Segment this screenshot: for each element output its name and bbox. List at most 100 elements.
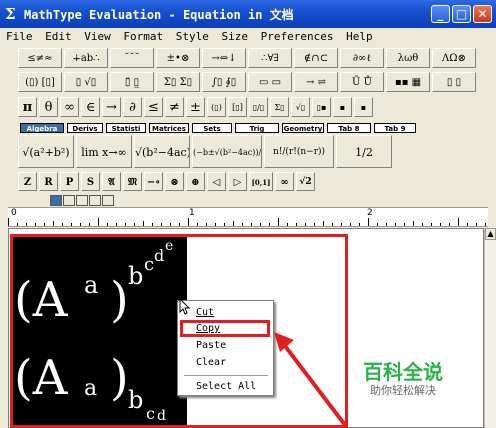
greek-upper-palette[interactable]: ΛΩ⊗ xyxy=(432,48,476,68)
vertical-scrollbar[interactable]: ▲ xyxy=(484,228,496,428)
menu-size[interactable]: Size xyxy=(222,28,249,43)
menu-item-clear[interactable]: Clear xyxy=(196,357,226,368)
infinity-button[interactable]: ∞ xyxy=(60,97,79,117)
tab-sets[interactable]: Sets xyxy=(192,123,232,133)
tab-trig[interactable]: Trig xyxy=(235,123,279,133)
close-button[interactable]: ✕ xyxy=(473,5,492,23)
left-triangle-button[interactable]: ◁ xyxy=(207,172,226,191)
misc-palette[interactable]: ∂∞ℓ xyxy=(340,48,384,68)
products-palette[interactable]: Ũ Ů xyxy=(340,72,384,92)
tab-statistics[interactable]: Statisti xyxy=(106,123,146,133)
reals-button[interactable]: R xyxy=(39,172,58,191)
tab-geometry[interactable]: Geometry xyxy=(282,123,324,133)
menu-item-paste[interactable]: Paste xyxy=(196,340,226,351)
logic-palette[interactable]: ∴∀∃ xyxy=(248,48,292,68)
relations-palette[interactable]: ≤≠≈ xyxy=(18,48,62,68)
scroll-up-icon[interactable]: ▲ xyxy=(485,228,496,240)
less-equal-button[interactable]: ≤ xyxy=(144,97,163,117)
minimize-button[interactable]: _ xyxy=(431,5,450,23)
plus-minus-button[interactable]: ± xyxy=(186,97,205,117)
menu-style[interactable]: Style xyxy=(176,28,209,43)
ruler-tick xyxy=(260,223,261,226)
ruler-tick xyxy=(125,223,126,226)
composition-button[interactable]: −∘ xyxy=(144,172,163,191)
integrals-palette[interactable]: ∫▯ ∮▯ xyxy=(202,72,246,92)
sub-sup-button[interactable]: ▪ xyxy=(354,97,373,117)
not-equal-button[interactable]: ≠ xyxy=(165,97,184,117)
menu-item-select-all[interactable]: Select All xyxy=(196,381,256,392)
template-quadratic-formula[interactable]: (−b±√(b²−4ac))/2a xyxy=(192,135,262,168)
tab-bar: Algebra Derivs Statisti Matrices Sets Tr… xyxy=(20,123,419,134)
menu-edit[interactable]: Edit xyxy=(45,28,72,43)
oplus-button[interactable]: ⊕ xyxy=(186,172,205,191)
set-s-button[interactable]: S xyxy=(81,172,100,191)
sets-palette[interactable]: ∉∩⊂ xyxy=(294,48,338,68)
maximize-button[interactable]: □ xyxy=(452,5,471,23)
superscript-button[interactable]: ▯▪ xyxy=(312,97,331,117)
sqrt-button[interactable]: √▯ xyxy=(291,97,310,117)
menu-separator xyxy=(184,375,268,376)
theta-button[interactable]: θ xyxy=(39,97,58,117)
subscript-button[interactable]: ▪ xyxy=(333,97,352,117)
menu-view[interactable]: View xyxy=(84,28,111,43)
greek-lower-palette[interactable]: λωθ xyxy=(386,48,430,68)
pi-button[interactable]: π xyxy=(18,97,37,117)
fraktur-a-button[interactable]: 𝔄 xyxy=(102,172,121,191)
sqrt2-button[interactable]: √2 xyxy=(296,172,315,191)
ruler-tick xyxy=(44,223,45,226)
ruler-tick xyxy=(395,223,396,226)
menu-file[interactable]: File xyxy=(6,28,33,43)
alignment-buttons xyxy=(50,195,115,206)
template-one-half[interactable]: 1/2 xyxy=(336,135,392,168)
ruler[interactable]: 0 1 2 xyxy=(8,207,488,227)
partial-button[interactable]: ∂ xyxy=(123,97,142,117)
bars-palette[interactable]: ▭ ▭ xyxy=(248,72,292,92)
align-center-icon[interactable] xyxy=(63,195,75,206)
embellishments-palette[interactable]: ˘˘˘ xyxy=(110,48,154,68)
align-left-icon[interactable] xyxy=(50,195,62,206)
template-limit[interactable]: lim x→∞ xyxy=(76,135,132,168)
sum-button[interactable]: Σ▯ xyxy=(270,97,289,117)
tab-8[interactable]: Tab 8 xyxy=(327,123,371,133)
fraction-button[interactable]: ▯/▯ xyxy=(249,97,268,117)
arrows-palette[interactable]: →⇔↓ xyxy=(202,48,246,68)
tab-matrices[interactable]: Matrices xyxy=(149,123,189,133)
spaces-palette[interactable]: ∔ab∴ xyxy=(64,48,108,68)
template-combination[interactable]: n!/(r!(n−r)) xyxy=(264,135,334,168)
right-triangle-button[interactable]: ▷ xyxy=(228,172,247,191)
fences-palette[interactable]: (▯) [▯] xyxy=(18,72,62,92)
ruler-tick xyxy=(170,223,171,226)
matrices-palette[interactable]: ▪▪ ▦ xyxy=(386,72,430,92)
tab-algebra[interactable]: Algebra xyxy=(20,123,64,133)
copy-highlight-box xyxy=(180,320,270,337)
infinity-small-button[interactable]: ∞ xyxy=(275,172,294,191)
menu-format[interactable]: Format xyxy=(123,28,163,43)
menu-item-cut[interactable]: Cut xyxy=(196,307,214,318)
integers-button[interactable]: Z xyxy=(18,172,37,191)
labeled-arrows-palette[interactable]: → ⇌ xyxy=(294,72,338,92)
operators-palette[interactable]: ±•⊗ xyxy=(156,48,200,68)
align-right-icon[interactable] xyxy=(76,195,88,206)
template-pythagorean[interactable]: √(a²+b²) xyxy=(18,135,74,168)
tab-9[interactable]: Tab 9 xyxy=(374,123,416,133)
tab-derivs[interactable]: Derivs xyxy=(67,123,103,133)
align-equals-icon[interactable] xyxy=(89,195,101,206)
otimes-button[interactable]: ⊗ xyxy=(165,172,184,191)
summations-palette[interactable]: Σ▯ Σ▯ xyxy=(156,72,200,92)
align-decimal-icon[interactable] xyxy=(102,195,114,206)
primes-button[interactable]: P xyxy=(60,172,79,191)
brackets-button[interactable]: [▯] xyxy=(228,97,247,117)
template-discriminant[interactable]: √(b²−4ac) xyxy=(134,135,190,168)
parens-button[interactable]: (▯) xyxy=(207,97,226,117)
arrow-right-button[interactable]: → xyxy=(102,97,121,117)
boxes-palette[interactable]: ▯ ▯ xyxy=(432,72,476,92)
menu-help[interactable]: Help xyxy=(346,28,373,43)
element-of-button[interactable]: ∈ xyxy=(81,97,100,117)
fractions-radicals-palette[interactable]: ▯ √▯ xyxy=(64,72,108,92)
ruler-tick xyxy=(458,218,459,226)
ruler-tick xyxy=(233,221,234,226)
interval-button[interactable]: [0,1] xyxy=(249,172,273,191)
fraktur-m-button[interactable]: 𝔐 xyxy=(123,172,142,191)
menu-preferences[interactable]: Preferences xyxy=(261,28,334,43)
subscripts-palette[interactable]: ▯̈ ▯̲ xyxy=(110,72,154,92)
